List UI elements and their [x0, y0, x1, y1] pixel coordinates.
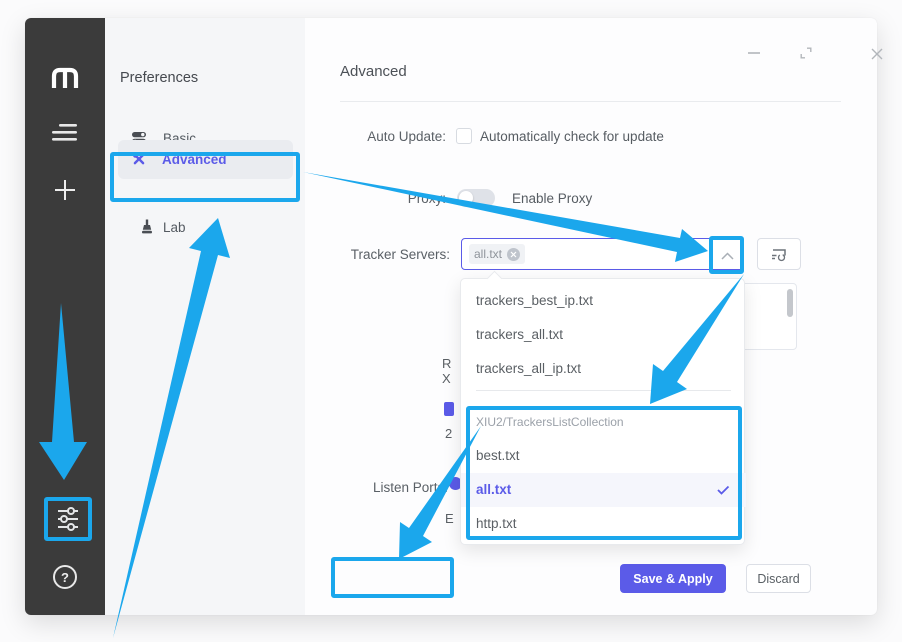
nav-item-lab[interactable]: Lab	[106, 211, 304, 243]
wrench-icon	[131, 151, 147, 167]
minimize-icon[interactable]	[747, 45, 761, 59]
app-sidebar: ?	[25, 18, 105, 615]
page-title: Advanced	[340, 63, 407, 80]
sync-trackers-button[interactable]	[757, 238, 801, 270]
tracker-servers-label: Tracker Servers:	[290, 246, 450, 263]
tracker-dropdown: trackers_best_ip.txt trackers_all.txt tr…	[460, 278, 745, 545]
dropdown-option[interactable]: trackers_best_ip.txt	[461, 284, 746, 318]
nav-item-label: Lab	[163, 220, 186, 235]
dropdown-divider	[476, 390, 731, 391]
title-divider	[340, 101, 841, 102]
dropdown-option[interactable]: trackers_all.txt	[461, 318, 746, 352]
proxy-toggle-label: Enable Proxy	[512, 190, 592, 207]
save-apply-button[interactable]: Save & Apply	[620, 564, 726, 593]
auto-update-checkbox-label: Automatically check for update	[480, 128, 664, 145]
auto-update-label: Auto Update:	[286, 128, 446, 145]
dropdown-group-label: XIU2/TrackersListCollection	[476, 415, 624, 429]
preferences-window: ? Preferences Basic Advanced	[25, 18, 877, 615]
add-task-icon[interactable]	[53, 178, 77, 202]
preferences-title: Preferences	[120, 70, 198, 86]
scrollbar-thumb[interactable]	[787, 289, 793, 317]
close-icon[interactable]	[870, 47, 884, 61]
obscured-link-fragment	[444, 402, 454, 416]
help-glyph: ?	[61, 570, 69, 585]
obscured-text-fragment: 2	[445, 426, 452, 441]
obscured-text-fragment: R	[442, 356, 451, 371]
help-icon[interactable]: ?	[53, 565, 77, 589]
dropdown-option[interactable]: http.txt	[461, 507, 746, 541]
maximize-icon[interactable]	[800, 47, 812, 59]
discard-button[interactable]: Discard	[746, 564, 811, 593]
preferences-nav-panel: Preferences Basic Advanced	[105, 18, 305, 615]
checkmark-icon	[717, 485, 730, 495]
tracker-servers-select[interactable]: all.txt	[461, 238, 744, 270]
lab-stamp-icon	[139, 219, 155, 235]
toggle-knob	[459, 191, 473, 205]
listen-ports-label: Listen Ports:	[288, 479, 448, 496]
sync-icon	[770, 246, 788, 262]
task-list-icon[interactable]	[52, 124, 78, 141]
nav-item-label: Advanced	[162, 152, 227, 167]
remove-tag-icon[interactable]	[507, 248, 520, 261]
preferences-sliders-icon[interactable]	[55, 506, 81, 532]
selected-tracker-tag: all.txt	[469, 244, 525, 264]
dropdown-option[interactable]: best.txt	[461, 439, 746, 473]
tag-label: all.txt	[474, 247, 502, 261]
proxy-label: Proxy:	[286, 190, 446, 207]
proxy-toggle[interactable]	[457, 189, 495, 207]
nav-item-advanced[interactable]: Advanced	[118, 140, 293, 179]
chevron-up-icon[interactable]	[721, 252, 734, 260]
obscured-text-fragment: X	[442, 371, 451, 386]
obscured-text-fragment: E	[445, 511, 454, 526]
main-content: Advanced Auto Update: Automatically chec…	[305, 18, 877, 615]
dropdown-option[interactable]: trackers_all_ip.txt	[461, 352, 746, 386]
dropdown-option-selected[interactable]: all.txt	[461, 473, 746, 507]
motrix-logo	[50, 66, 80, 90]
auto-update-checkbox[interactable]	[456, 128, 472, 144]
